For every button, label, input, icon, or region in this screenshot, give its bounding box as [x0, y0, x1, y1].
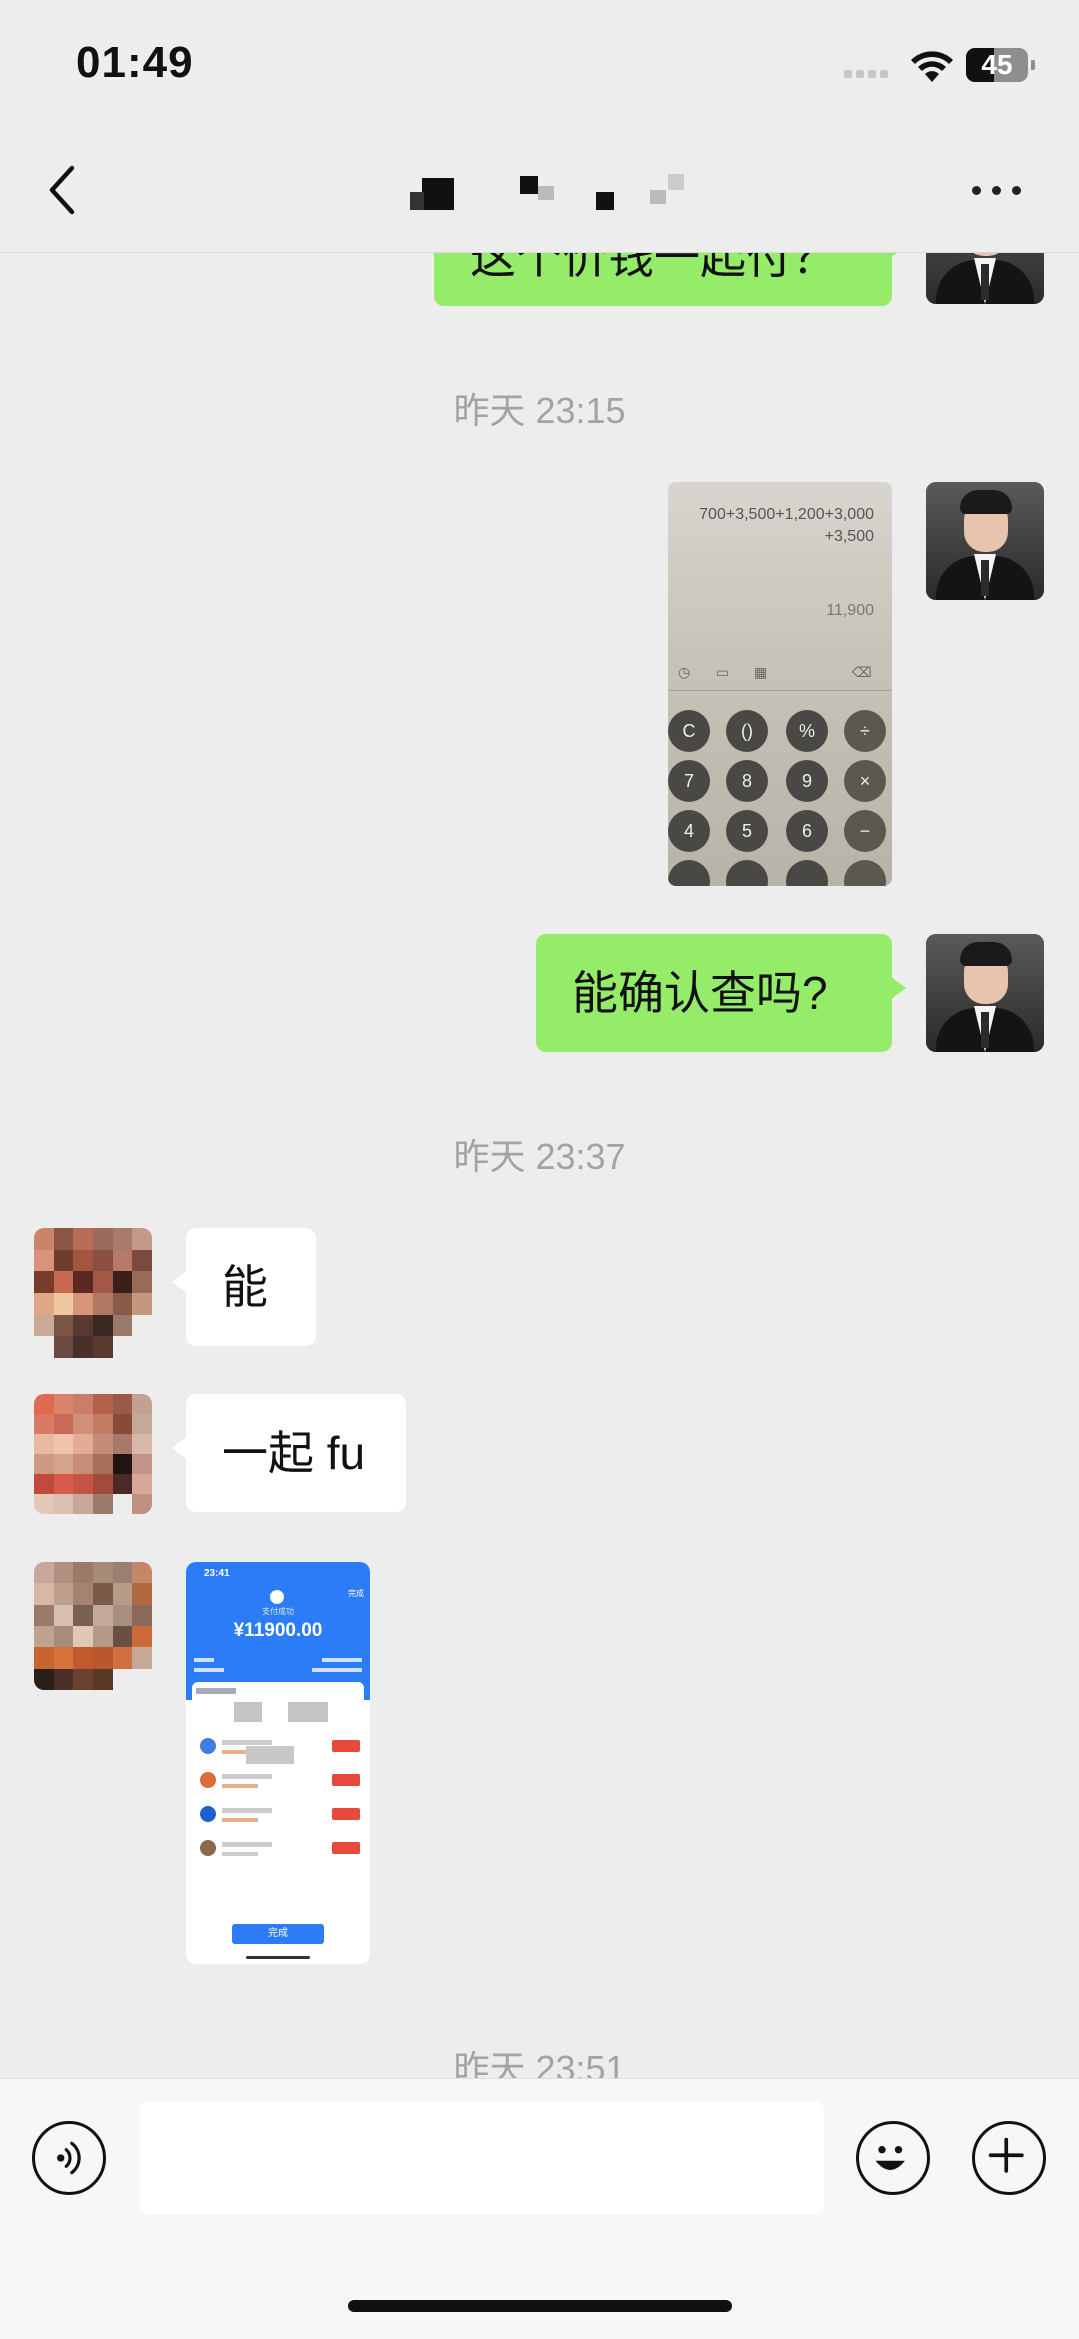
- calculator-result: 11,900: [826, 602, 874, 619]
- home-indicator: [348, 2300, 732, 2312]
- message-timestamp: 昨天 23:51: [453, 2048, 626, 2078]
- payment-benefits-card: [192, 1682, 364, 1904]
- payment-screenshot-image[interactable]: 23:41 完成 支付成功 ¥11900.00 完成: [186, 1562, 370, 1964]
- contact-name-redacted: [410, 170, 720, 230]
- avatar-contact-pixelated[interactable]: [34, 1228, 152, 1358]
- payment-clock: 23:41: [204, 1568, 230, 1579]
- benefit-item: [200, 1802, 360, 1832]
- avatar-contact-pixelated[interactable]: [34, 1562, 152, 1690]
- calc-key: %: [786, 710, 828, 752]
- message-text: 这个价钱一起付？: [470, 252, 838, 283]
- message-list[interactable]: 这个价钱一起付？ 昨天 23:15 700+3,500+1,200+3,000 …: [0, 252, 1079, 2078]
- chat-header: [0, 130, 1079, 253]
- calc-key: (): [726, 710, 768, 752]
- message-timestamp: 昨天 23:37: [453, 1136, 626, 1177]
- message-text: 一起 fu: [222, 1427, 366, 1479]
- calc-key: C: [668, 710, 710, 752]
- message-text: 能: [222, 1261, 268, 1313]
- payment-done-link: 完成: [348, 1589, 364, 1598]
- payment-finish-button: 完成: [232, 1924, 324, 1944]
- payment-logo-icon: [270, 1590, 284, 1604]
- chevron-left-icon[interactable]: [42, 160, 82, 220]
- avatar-self[interactable]: [926, 252, 1044, 304]
- payment-amount: ¥11900.00: [233, 1620, 323, 1641]
- status-time: 01:49: [76, 38, 194, 87]
- voice-icon[interactable]: [32, 2121, 106, 2195]
- status-bar: 01:49 45: [0, 0, 1079, 130]
- calc-key-partial: [786, 860, 828, 886]
- avatar-self[interactable]: [926, 934, 1044, 1052]
- more-dots-icon[interactable]: [970, 180, 1026, 200]
- calc-key: 6: [786, 810, 828, 852]
- message-bubble-incoming[interactable]: 一起 fu: [172, 1394, 406, 1512]
- battery-level: 45: [981, 49, 1013, 80]
- message-bubble-incoming[interactable]: 能: [172, 1228, 316, 1346]
- calc-key: 8: [726, 760, 768, 802]
- calc-key: ÷: [844, 710, 886, 752]
- calculator-toolbar: ◷ ▭ ▦ ⌫: [678, 664, 872, 680]
- plus-icon[interactable]: [972, 2121, 1046, 2195]
- calc-key: 5: [726, 810, 768, 852]
- calc-key-partial: [726, 860, 768, 886]
- avatar-contact-pixelated[interactable]: [34, 1394, 152, 1514]
- calc-key: 4: [668, 810, 710, 852]
- message-bubble-outgoing[interactable]: 这个价钱一起付？: [434, 252, 906, 306]
- calculator-expression: 700+3,500+1,200+3,000 +3,500: [699, 506, 874, 545]
- calculator-screenshot-image[interactable]: 700+3,500+1,200+3,000 +3,500 11,900 ◷ ▭ ▦ ⌫…: [668, 482, 892, 886]
- benefit-item: [200, 1768, 360, 1798]
- calc-key: −: [844, 810, 886, 852]
- battery-icon: 45: [966, 48, 1035, 82]
- message-bubble-outgoing[interactable]: 能确认查吗?: [536, 934, 906, 1052]
- wifi-icon: [911, 51, 953, 82]
- payment-detail-row: [194, 1658, 362, 1672]
- benefit-item: [200, 1836, 360, 1866]
- calc-key-partial: [668, 860, 710, 886]
- calc-key: ×: [844, 760, 886, 802]
- cellular-signal-icon: [844, 70, 896, 80]
- message-text: 能确认查吗?: [572, 967, 828, 1019]
- message-timestamp: 昨天 23:15: [453, 390, 626, 431]
- calc-key: 9: [786, 760, 828, 802]
- avatar-self[interactable]: [926, 482, 1044, 600]
- message-input[interactable]: [140, 2101, 824, 2215]
- payment-status: 支付成功: [262, 1607, 294, 1616]
- calc-key-partial: [844, 860, 886, 886]
- emoji-icon[interactable]: [856, 2121, 930, 2195]
- calc-key: 7: [668, 760, 710, 802]
